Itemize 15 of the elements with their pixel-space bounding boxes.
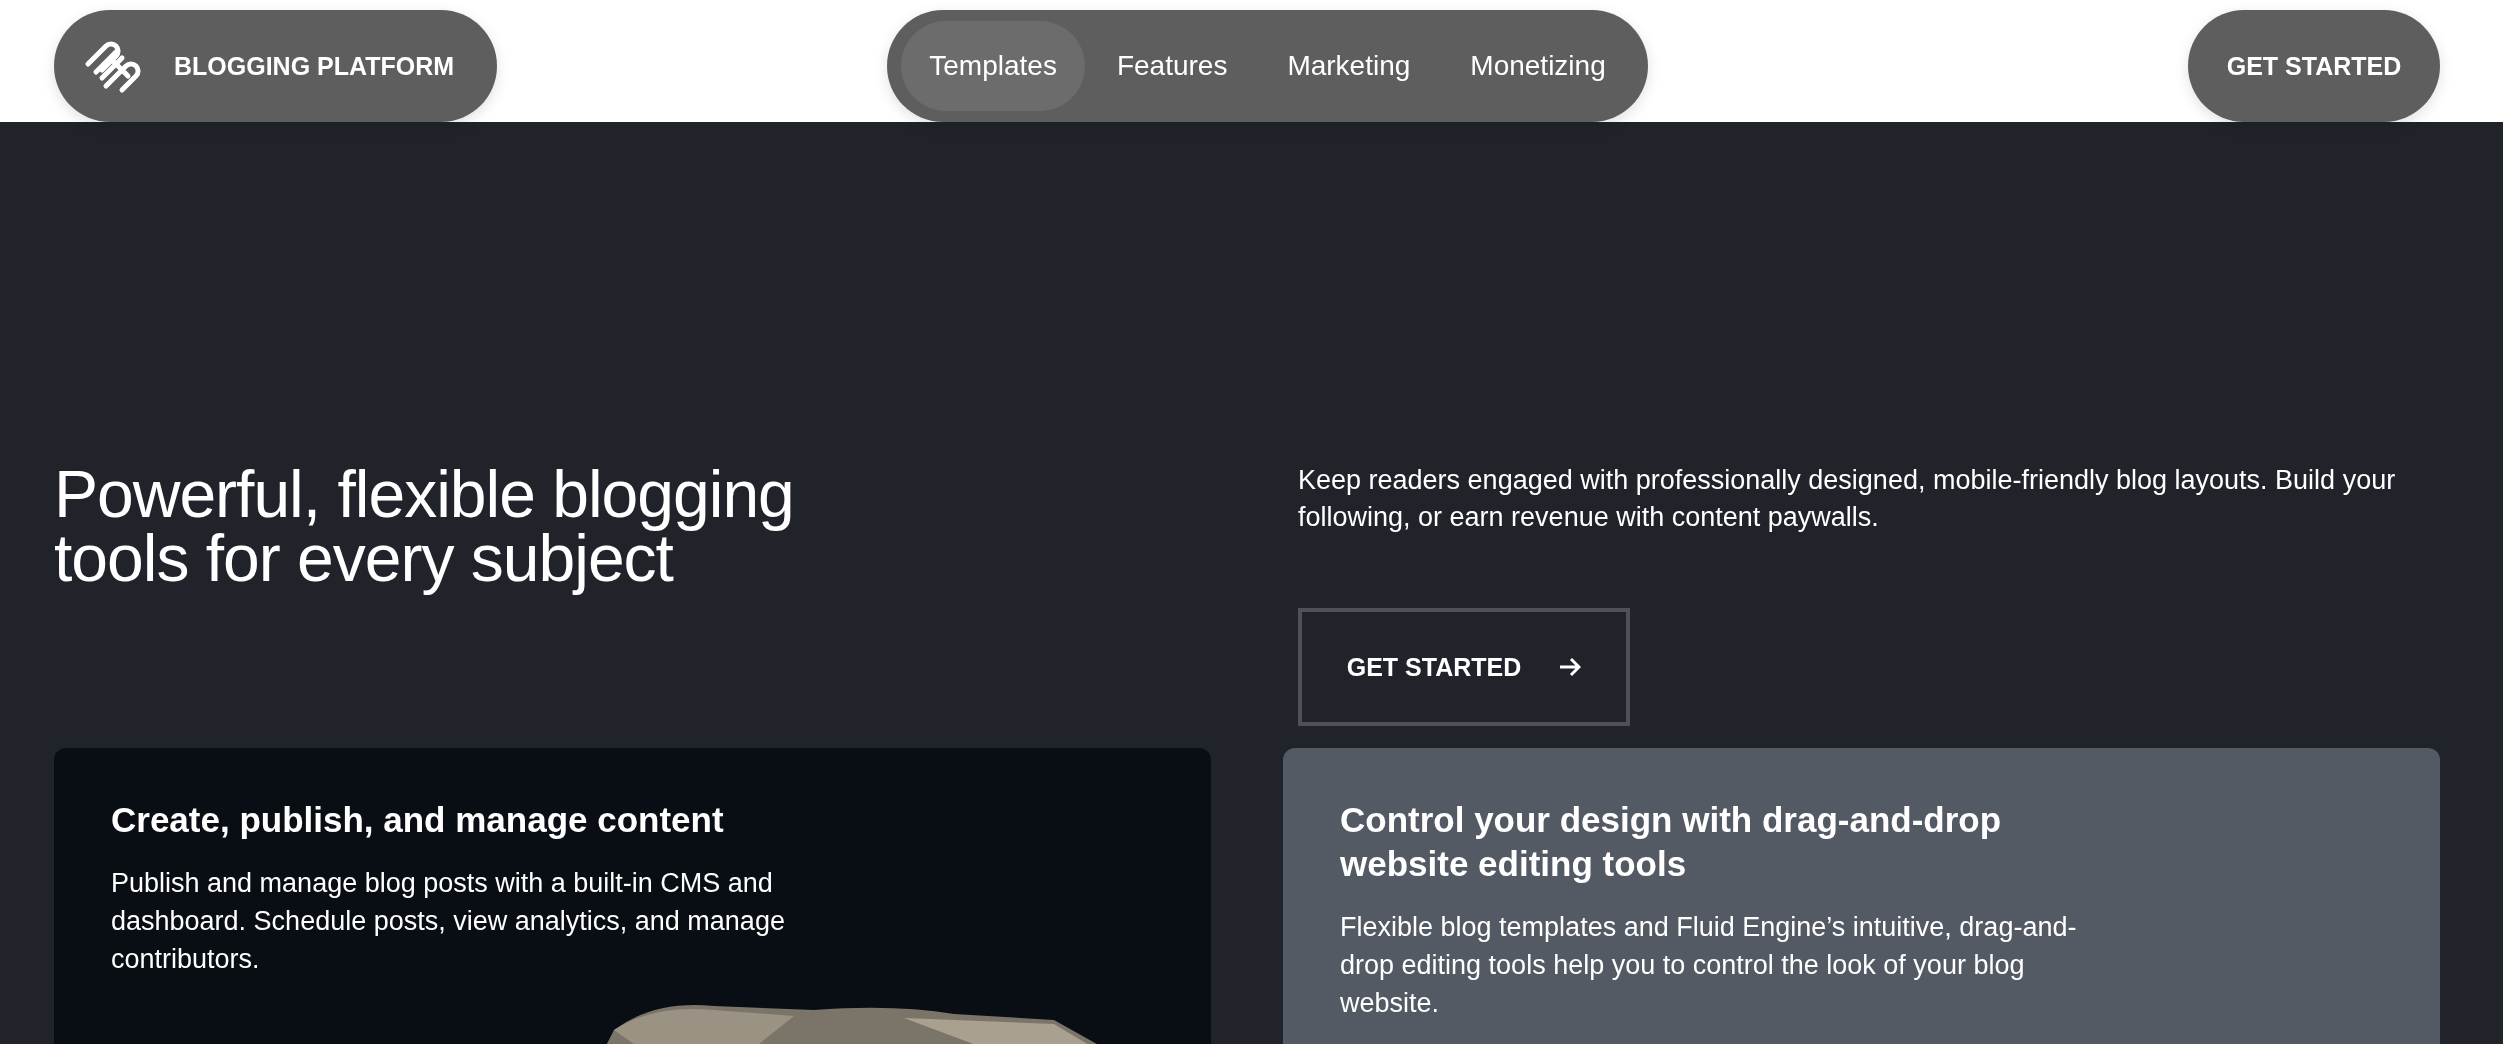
arrow-icon [1559, 657, 1582, 677]
card-title: Control your design with drag-and-drop website editing tools [1340, 799, 2003, 885]
brand-name: BLOGGING PLATFORM [174, 51, 455, 81]
brand-logo[interactable]: BLOGGING PLATFORM [54, 10, 497, 122]
hero-description: Keep readers engaged with professionally designed, mobile-friendly blog layouts. Build your following, or earn revenue with content paywalls. [1298, 464, 2397, 534]
get-started-button[interactable]: GET STARTED [2188, 10, 2440, 122]
nav-tab[interactable]: Templates [901, 21, 1085, 111]
card-text: Publish and manage blog posts with a built-in CMS and dashboard. Schedule posts, view analytics, and manage contributors. [111, 867, 786, 976]
hero-title: Powerful, flexible blogging tools for every subject [54, 462, 795, 597]
card-text: Flexible blog templates and Fluid Engine’s intuitive, drag-and-drop editing tools help you to control the look of your blog website. [1340, 911, 2078, 1020]
nav-tab[interactable]: Marketing [1259, 21, 1439, 111]
card-title: Create, publish, and manage content [111, 799, 725, 841]
nav-tab[interactable]: Monetizing [1442, 21, 1634, 111]
nav-tab[interactable]: Features [1088, 21, 1256, 111]
get-started-button[interactable]: GET STARTED [1298, 608, 1630, 726]
